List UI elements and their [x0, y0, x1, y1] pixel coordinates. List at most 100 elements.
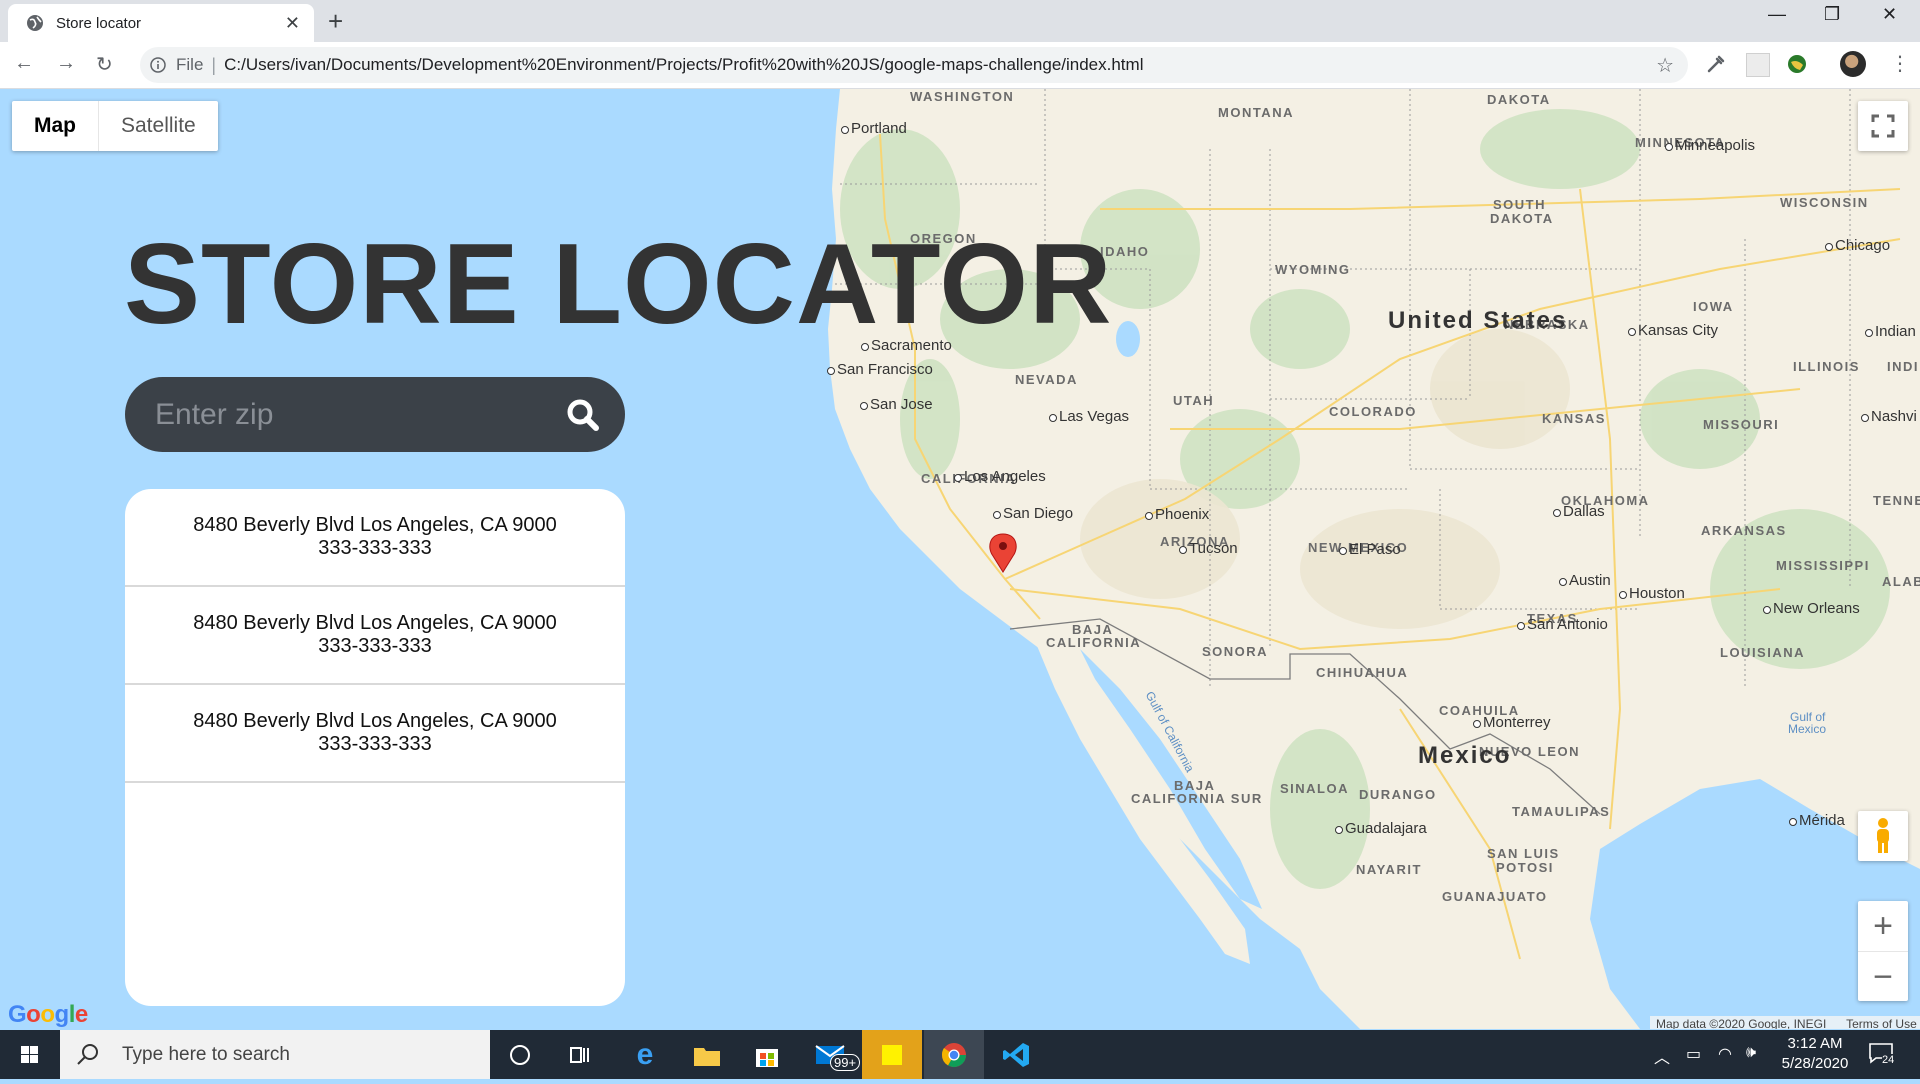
store-phone: 333-333-333: [318, 733, 432, 755]
address-bar[interactable]: File | C:/Users/ivan/Documents/Developme…: [140, 47, 1688, 83]
region-label: NEVADA: [1015, 372, 1078, 387]
eyedropper-extension-icon[interactable]: [1705, 53, 1727, 75]
country-label: United States: [1388, 307, 1568, 334]
map-viewport[interactable]: WASHINGTON MONTANA DAKOTA MINNESOTA OREG…: [0, 89, 1920, 1029]
city-label: San Diego: [992, 505, 1074, 522]
city-label: New Orleans: [1763, 600, 1860, 617]
file-explorer-taskbar-button[interactable]: [677, 1030, 737, 1079]
store-item[interactable]: 8480 Beverly Blvd Los Angeles, CA 9000 3…: [125, 587, 625, 685]
city-label: Nashvi: [1861, 408, 1917, 425]
region-label: SOUTH: [1493, 197, 1546, 212]
store-taskbar-button[interactable]: [737, 1030, 797, 1079]
task-view-button[interactable]: [550, 1030, 610, 1079]
map-type-map-button[interactable]: Map: [12, 101, 99, 151]
notifications-button[interactable]: 24: [1868, 1042, 1898, 1068]
browser-tab[interactable]: Store locator ✕: [8, 4, 314, 42]
city-label: Phoenix: [1144, 506, 1210, 523]
chrome-taskbar-button[interactable]: [924, 1030, 984, 1079]
region-label: SINALOA: [1280, 781, 1349, 796]
reload-icon[interactable]: ↻: [96, 52, 113, 77]
region-label: DAKOTA: [1487, 92, 1551, 107]
tab-close-icon[interactable]: ✕: [285, 13, 300, 34]
region-label: DURANGO: [1359, 787, 1437, 802]
globe-icon: [27, 15, 43, 31]
chrome-icon: [941, 1042, 966, 1067]
region-label: ARKANSAS: [1701, 523, 1787, 538]
terms-link[interactable]: Terms of Use: [1846, 1017, 1917, 1029]
city-label: Tucson: [1179, 540, 1238, 557]
forward-icon[interactable]: →: [56, 52, 76, 75]
store-item[interactable]: 8480 Beverly Blvd Los Angeles, CA 9000 3…: [125, 685, 625, 783]
globe-extension-icon[interactable]: [1786, 53, 1808, 75]
start-button[interactable]: [0, 1030, 60, 1079]
street-view-button[interactable]: [1858, 811, 1908, 861]
profile-avatar[interactable]: [1840, 51, 1866, 77]
region-label: POTOSI: [1496, 860, 1554, 875]
url-scheme: File: [176, 55, 204, 74]
zip-search-input[interactable]: [153, 396, 563, 433]
region-label: WISCONSIN: [1780, 195, 1869, 210]
close-window-icon[interactable]: ✕: [1882, 4, 1897, 25]
water-label: Mexico: [1788, 722, 1827, 736]
city-label: Mérida: [1789, 812, 1845, 829]
show-hidden-icons[interactable]: ︿: [1654, 1044, 1670, 1068]
region-label: ILLINOIS: [1793, 359, 1860, 374]
battery-icon[interactable]: ▭: [1686, 1044, 1701, 1064]
city-label: Indian: [1865, 323, 1916, 340]
map-type-satellite-button[interactable]: Satellite: [99, 101, 218, 151]
region-label: CALIFORNIA: [1046, 635, 1142, 650]
city-label: Chicago: [1824, 237, 1891, 254]
store-address: 8480 Beverly Blvd Los Angeles, CA 9000: [193, 710, 557, 732]
region-label: MONTANA: [1218, 105, 1294, 120]
system-clock[interactable]: 3:12 AM 5/28/2020: [1770, 1034, 1860, 1074]
browser-menu-icon[interactable]: ⋮: [1890, 51, 1910, 76]
edge-taskbar-button[interactable]: e: [615, 1030, 675, 1079]
fullscreen-icon: [1871, 114, 1895, 138]
wifi-icon[interactable]: ◠: [1718, 1044, 1732, 1064]
store-item[interactable]: 8480 Beverly Blvd Los Angeles, CA 9000 3…: [125, 489, 625, 587]
pegman-icon: [1877, 818, 1889, 853]
region-label: MISSOURI: [1703, 417, 1780, 432]
vscode-icon: [1003, 1042, 1029, 1067]
tab-title: Store locator: [56, 14, 142, 32]
city-label: San Francisco: [827, 361, 933, 378]
city-label: Guadalajara: [1335, 820, 1427, 837]
store-address: 8480 Beverly Blvd Los Angeles, CA 9000: [193, 612, 557, 634]
cortana-button[interactable]: [490, 1030, 550, 1079]
zoom-in-button[interactable]: +: [1858, 901, 1908, 952]
region-label: LOUISIANA: [1720, 645, 1805, 660]
city-label: Austin: [1559, 572, 1611, 589]
restore-icon[interactable]: ❐: [1824, 4, 1840, 25]
browser-toolbar: ← → ↻ File | C:/Users/ivan/Documents/Dev…: [0, 42, 1920, 89]
notification-count: 24: [1882, 1054, 1895, 1066]
region-label: NAYARIT: [1356, 862, 1422, 877]
vscode-taskbar-button[interactable]: [986, 1030, 1046, 1079]
region-label: MISSISSIPPI: [1776, 558, 1870, 573]
google-logo[interactable]: Google: [8, 1001, 88, 1029]
sticky-notes-taskbar-button[interactable]: [862, 1030, 922, 1079]
zoom-out-button[interactable]: −: [1858, 952, 1908, 1002]
minimize-icon[interactable]: —: [1768, 4, 1786, 25]
city-label: Houston: [1619, 585, 1685, 602]
region-label: TAMAULIPAS: [1512, 804, 1611, 819]
new-tab-icon[interactable]: +: [328, 6, 343, 37]
city-label: San Jose: [860, 396, 933, 413]
region-label: INDI: [1887, 359, 1919, 374]
url-text[interactable]: C:/Users/ivan/Documents/Development%20En…: [224, 55, 1656, 75]
search-icon[interactable]: [563, 395, 603, 435]
extension-icon[interactable]: [1746, 53, 1770, 77]
city-label: Dallas: [1553, 503, 1605, 520]
city-label: El Paso: [1339, 541, 1401, 558]
page-title: STORE LOCATOR: [124, 221, 1113, 348]
fullscreen-button[interactable]: [1858, 101, 1908, 151]
volume-icon[interactable]: 🕪: [1746, 1044, 1756, 1062]
city-label: Las Vegas: [1048, 408, 1130, 425]
bookmark-star-icon[interactable]: ☆: [1656, 53, 1674, 78]
back-icon[interactable]: ←: [14, 52, 34, 75]
info-icon[interactable]: [150, 57, 166, 73]
windows-taskbar: Type here to search e 99+ ︿ ▭ ◠ 🕪 3:12 A…: [0, 1030, 1920, 1079]
mail-taskbar-button[interactable]: 99+: [800, 1030, 861, 1079]
region-label: IOWA: [1693, 299, 1734, 314]
region-label: ALABA: [1882, 574, 1920, 589]
taskbar-search-box[interactable]: Type here to search: [60, 1030, 490, 1079]
